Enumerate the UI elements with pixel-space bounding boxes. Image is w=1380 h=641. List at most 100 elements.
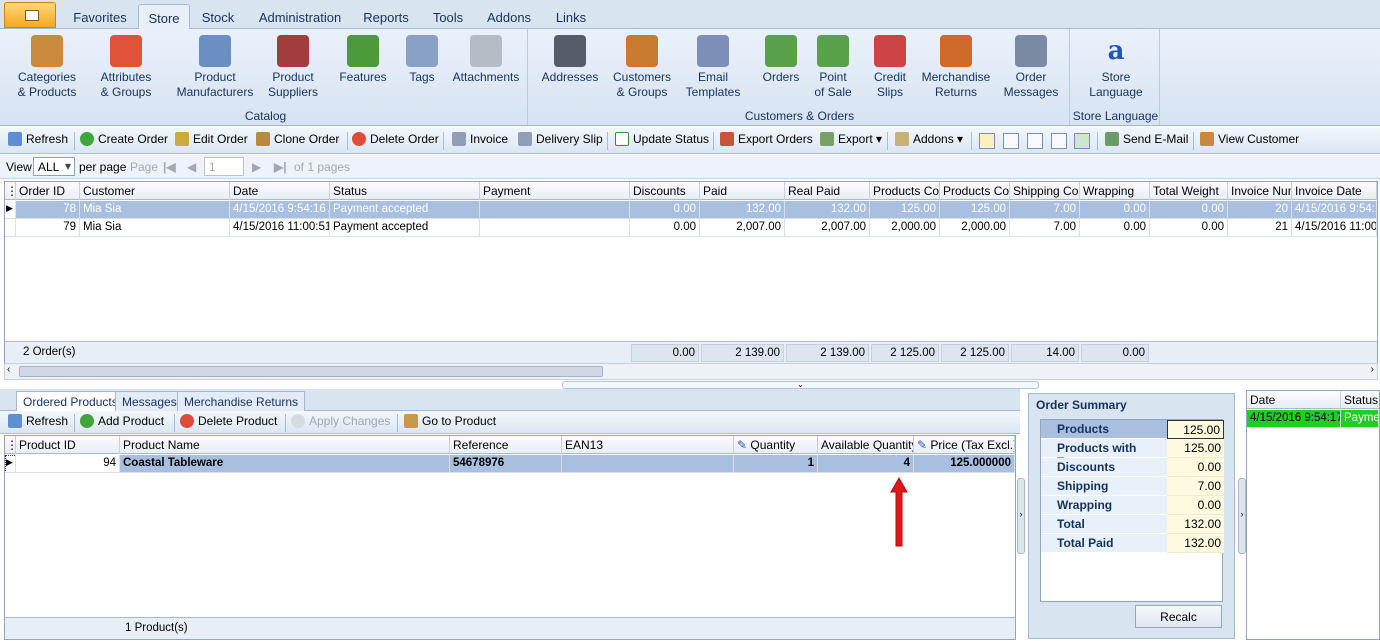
point-of-sale-button[interactable]: Point of Sale [812, 35, 854, 100]
view-customer-button[interactable]: View Customer [1200, 132, 1299, 150]
scroll-thumb[interactable] [19, 366, 603, 377]
tab-stock[interactable]: Stock [195, 4, 241, 29]
go-to-product-button[interactable]: Go to Product [404, 414, 496, 432]
col-shipping-cost[interactable]: Shipping Cost [1010, 182, 1080, 200]
email-templates-button[interactable]: Email Templates [682, 35, 744, 100]
order-messages-button[interactable]: Order Messages [998, 35, 1064, 100]
tab-merchandise-returns[interactable]: Merchandise Returns [177, 391, 306, 411]
attributes-groups-button[interactable]: Attributes & Groups [92, 35, 160, 100]
tab-messages[interactable]: Messages [115, 391, 184, 411]
col-product-name[interactable]: Product Name [120, 436, 450, 454]
credit-slips-button[interactable]: Credit Slips [866, 35, 914, 100]
refresh-button[interactable]: Refresh [8, 132, 68, 150]
col-discounts[interactable]: Discounts [630, 182, 700, 200]
col-quantity[interactable]: ✎ Quantity [734, 436, 818, 454]
col-date[interactable]: Date [230, 182, 330, 200]
collapse-history-button[interactable]: › [1238, 478, 1246, 554]
col-history-date[interactable]: Date [1247, 391, 1341, 409]
orders-button[interactable]: Orders [758, 35, 804, 85]
col-payment[interactable]: Payment [480, 182, 630, 200]
send-email-button[interactable]: Send E-Mail [1105, 132, 1188, 150]
tab-ordered-products[interactable]: Ordered Products [16, 391, 125, 412]
col-wrapping[interactable]: Wrapping [1080, 182, 1150, 200]
product-manufacturers-button[interactable]: Product Manufacturers [172, 35, 258, 100]
tab-store[interactable]: Store [138, 4, 190, 30]
col-invoice-num[interactable]: Invoice Num [1228, 182, 1292, 200]
tab-administration[interactable]: Administration [250, 4, 350, 29]
scroll-left-icon[interactable]: ‹ [7, 364, 10, 375]
col-invoice-date[interactable]: Invoice Date [1292, 182, 1377, 200]
col-paid[interactable]: Paid [700, 182, 785, 200]
merchandise-returns-button[interactable]: Merchandise Returns [920, 35, 992, 100]
addons-dropdown[interactable]: Addons ▾ [895, 132, 963, 150]
table-row[interactable]: ▶ 94 Coastal Tableware 54678976 1 4 125.… [5, 455, 1015, 473]
tab-reports[interactable]: Reports [358, 4, 414, 29]
customers-groups-button[interactable]: Customers & Groups [608, 35, 676, 100]
col-history-status[interactable]: Status [1341, 391, 1379, 409]
table-row[interactable]: ▶ 78 Mia Sia 4/15/2016 9:54:16 AM Paymen… [5, 201, 1377, 219]
col-products-cost[interactable]: Products Cost [870, 182, 940, 200]
export-dropdown[interactable]: Export ▾ [820, 132, 882, 150]
note-icon[interactable] [979, 133, 995, 149]
col-real-paid[interactable]: Real Paid [785, 182, 870, 200]
expand-icon[interactable] [1051, 133, 1067, 149]
people-icon [626, 35, 658, 67]
product-suppliers-button[interactable]: Product Suppliers [262, 35, 324, 100]
next-page-icon[interactable]: ▶ [252, 160, 261, 174]
col-ean13[interactable]: EAN13 [562, 436, 734, 454]
store-language-button[interactable]: a Store Language [1076, 35, 1156, 100]
tab-tools[interactable]: Tools [424, 4, 472, 29]
features-button[interactable]: Features [336, 35, 390, 85]
col-customer[interactable]: Customer [80, 182, 230, 200]
invoice-button[interactable]: Invoice [452, 132, 508, 150]
clone-order-button[interactable]: Clone Order [256, 132, 339, 150]
col-order-id[interactable]: Order ID [16, 182, 80, 200]
application-menu-button[interactable] [4, 2, 56, 28]
col-reference[interactable]: Reference [450, 436, 562, 454]
table-row[interactable]: 4/15/2016 9:54:17 Payment accepted [1247, 410, 1379, 428]
products-refresh-button[interactable]: Refresh [8, 414, 68, 432]
categories-products-button[interactable]: Categories & Products [12, 35, 82, 100]
orders-horizontal-scrollbar[interactable]: ‹ › [4, 363, 1378, 380]
attachments-button[interactable]: Attachments [448, 35, 524, 85]
col-status[interactable]: Status [330, 182, 480, 200]
tags-button[interactable]: Tags [402, 35, 442, 85]
add-product-button[interactable]: Add Product [80, 414, 164, 432]
collapse-summary-button[interactable]: › [1017, 478, 1025, 554]
col-product-id[interactable]: Product ID [16, 436, 120, 454]
summary-row: Products 125.00 [1041, 420, 1224, 439]
table-row[interactable]: 79 Mia Sia 4/15/2016 11:00:51 Payment ac… [5, 219, 1377, 237]
delivery-slip-button[interactable]: Delivery Slip [518, 132, 603, 150]
column-chooser-icon[interactable]: ⋮ [5, 436, 16, 454]
tab-links[interactable]: Links [547, 4, 595, 29]
delete-product-button[interactable]: Delete Product [180, 414, 277, 432]
export-orders-button[interactable]: Export Orders [720, 132, 813, 150]
page-number-input[interactable]: 1 [204, 157, 244, 176]
recalc-button[interactable]: Recalc [1135, 605, 1222, 628]
column-chooser-icon[interactable]: ⋮ [5, 182, 16, 200]
grid-layout-icon[interactable] [1003, 133, 1019, 149]
email-icon [697, 35, 729, 67]
fit-columns-icon[interactable] [1027, 133, 1043, 149]
tab-favorites[interactable]: Favorites [64, 4, 136, 29]
total-products-cost: 2 125.00 [871, 344, 939, 362]
col-products-cost-2[interactable]: Products Cost [940, 182, 1010, 200]
tab-addons[interactable]: Addons [482, 4, 536, 29]
paperclip-icon [470, 35, 502, 67]
addresses-button[interactable]: Addresses [538, 35, 602, 85]
per-page-select[interactable]: ALL [33, 157, 75, 176]
col-available-quantity[interactable]: Available Quantity [818, 436, 914, 454]
edit-order-button[interactable]: Edit Order [175, 132, 248, 150]
panel-splitter[interactable]: ⌄ [562, 381, 1039, 389]
col-total-weight[interactable]: Total Weight [1150, 182, 1228, 200]
last-page-icon[interactable]: ▶| [274, 160, 287, 174]
apply-changes-button[interactable]: Apply Changes [291, 414, 390, 432]
first-page-icon[interactable]: |◀ [163, 160, 176, 174]
delete-order-button[interactable]: Delete Order [352, 132, 439, 150]
col-price[interactable]: ✎ Price (Tax Excl.) [914, 436, 1015, 454]
update-status-button[interactable]: Update Status [615, 132, 709, 150]
sync-icon[interactable] [1074, 133, 1090, 149]
create-order-button[interactable]: Create Order [80, 132, 168, 150]
scroll-right-icon[interactable]: › [1371, 364, 1374, 375]
prev-page-icon[interactable]: ◀ [187, 160, 196, 174]
